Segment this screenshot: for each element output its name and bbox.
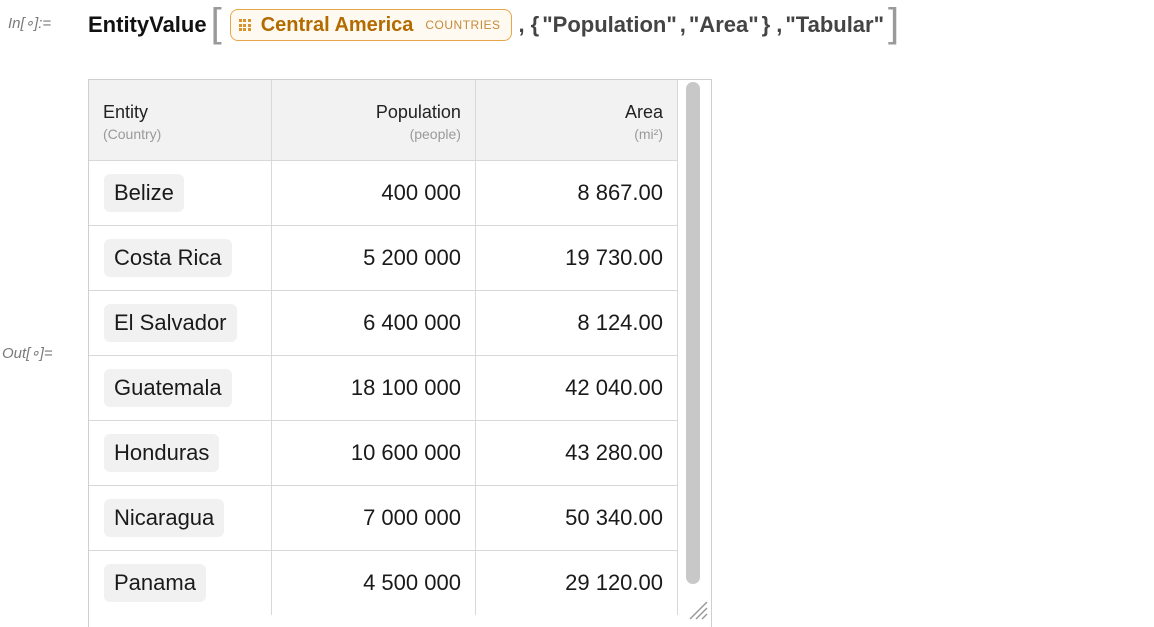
- entity-cell: Nicaragua: [89, 485, 272, 551]
- entity-cell: Panama: [89, 550, 272, 615]
- table-row: Belize 400 000 8 867.00: [89, 160, 679, 226]
- table-row: Panama 4 500 000 29 120.00: [89, 550, 679, 615]
- close-brace: }: [761, 12, 771, 37]
- output-cell-label: Out[∘]=: [2, 345, 53, 362]
- entity-name: Central America: [260, 13, 414, 36]
- table-row: El Salvador 6 400 000 8 124.00: [89, 290, 679, 356]
- vertical-scrollbar-thumb[interactable]: [686, 82, 700, 584]
- input-cell-label: In[∘]:=: [8, 15, 52, 32]
- comma: ,: [518, 12, 525, 37]
- input-expression[interactable]: EntityValue [ Central America COUNTRIES …: [88, 2, 903, 48]
- entity-chip[interactable]: Costa Rica: [104, 239, 232, 277]
- entity-cell: Costa Rica: [89, 225, 272, 291]
- table-row: Nicaragua 7 000 000 50 340.00: [89, 485, 679, 551]
- header-population[interactable]: Population (people): [271, 80, 476, 161]
- open-brace: {: [530, 12, 540, 37]
- function-name: EntityValue: [88, 12, 207, 37]
- population-cell: 7 000 000: [271, 485, 476, 551]
- entity-cell: El Salvador: [89, 290, 272, 356]
- entity-cell: Belize: [89, 160, 272, 226]
- population-cell: 6 400 000: [271, 290, 476, 356]
- area-cell: 42 040.00: [475, 355, 679, 421]
- entity-chip[interactable]: Guatemala: [104, 369, 232, 407]
- header-label: Area: [624, 102, 663, 122]
- area-cell: 43 280.00: [475, 420, 679, 486]
- entity-type: COUNTRIES: [425, 18, 501, 32]
- entity-cell: Honduras: [89, 420, 272, 486]
- entity-class-icon: [238, 19, 251, 31]
- header-area[interactable]: Area (mi²): [475, 80, 679, 161]
- entity-chip[interactable]: El Salvador: [104, 304, 237, 342]
- table-header-row: Entity (Country) Population (people) Are…: [89, 80, 679, 161]
- area-cell: 8 867.00: [475, 160, 679, 226]
- property-population: "Population": [542, 12, 677, 37]
- header-label: Population: [375, 102, 461, 122]
- header-unit: (mi²): [634, 126, 663, 142]
- entity-cell: Guatemala: [89, 355, 272, 421]
- population-cell: 5 200 000: [271, 225, 476, 291]
- population-cell: 4 500 000: [271, 550, 476, 615]
- population-cell: 18 100 000: [271, 355, 476, 421]
- population-cell: 400 000: [271, 160, 476, 226]
- area-cell: 29 120.00: [475, 550, 679, 615]
- format-argument: "Tabular": [785, 12, 885, 37]
- header-label: Entity: [103, 102, 149, 122]
- area-cell: 50 340.00: [475, 485, 679, 551]
- header-entity[interactable]: Entity (Country): [89, 80, 272, 161]
- resize-grip-icon[interactable]: [686, 598, 708, 620]
- area-cell: 19 730.00: [475, 225, 679, 291]
- entity-chip[interactable]: Nicaragua: [104, 499, 225, 537]
- table-row: Guatemala 18 100 000 42 040.00: [89, 355, 679, 421]
- header-unit: (people): [409, 126, 461, 142]
- comma: ,: [776, 12, 783, 37]
- population-cell: 10 600 000: [271, 420, 476, 486]
- comma: ,: [679, 12, 686, 37]
- entity-chip[interactable]: Honduras: [104, 434, 220, 472]
- entity-chip[interactable]: Panama: [104, 564, 206, 602]
- data-table: Entity (Country) Population (people) Are…: [89, 80, 679, 615]
- open-bracket: [: [210, 1, 222, 45]
- tabular-output[interactable]: Entity (Country) Population (people) Are…: [88, 79, 712, 627]
- entity-chip[interactable]: Belize: [104, 174, 184, 212]
- close-bracket: ]: [888, 1, 900, 45]
- area-cell: 8 124.00: [475, 290, 679, 356]
- table-row: Costa Rica 5 200 000 19 730.00: [89, 225, 679, 291]
- table-row: Honduras 10 600 000 43 280.00: [89, 420, 679, 486]
- property-area: "Area": [688, 12, 759, 37]
- header-unit: (Country): [103, 126, 162, 142]
- entity-class-chip[interactable]: Central America COUNTRIES: [229, 9, 512, 41]
